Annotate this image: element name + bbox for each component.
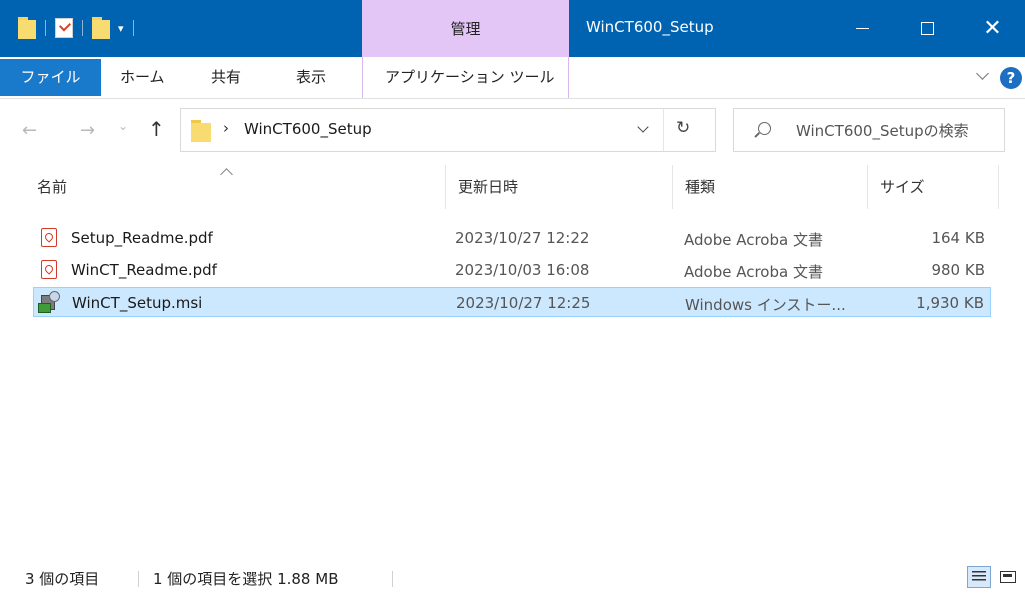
status-divider <box>138 571 139 587</box>
large-icons-view-icon[interactable] <box>997 566 1019 588</box>
search-placeholder: WinCT600_Setupの検索 <box>796 122 969 140</box>
selection-info: 1 個の項目を選択 1.88 MB <box>153 570 339 588</box>
file-name: Setup_Readme.pdf <box>71 229 213 247</box>
quick-access-toolbar: ▾ <box>18 14 143 42</box>
column-label: サイズ <box>880 178 925 196</box>
window-title: WinCT600_Setup <box>586 18 714 36</box>
up-arrow-icon[interactable]: ↑ <box>148 117 165 141</box>
address-bar[interactable]: › WinCT600_Setup ↻ <box>180 108 716 152</box>
search-input[interactable]: WinCT600_Setupの検索 <box>733 108 1005 152</box>
ribbon-tab-bar: ファイル ホーム 共有 表示 アプリケーション ツール ? <box>0 57 1025 99</box>
refresh-icon[interactable]: ↻ <box>676 118 690 138</box>
minimize-icon <box>856 28 869 29</box>
folder-icon <box>18 17 36 39</box>
status-divider <box>392 571 393 587</box>
search-icon <box>758 122 771 135</box>
details-view-icon[interactable] <box>967 566 991 588</box>
context-tab-label: 管理 <box>450 20 481 38</box>
tab-application-tools[interactable]: アプリケーション ツール <box>385 57 554 98</box>
minimize-button[interactable] <box>830 0 895 57</box>
file-name: WinCT_Setup.msi <box>72 294 203 312</box>
pdf-icon <box>41 260 57 279</box>
toolbar-divider <box>132 20 134 36</box>
file-row[interactable]: WinCT_Readme.pdf 2023/10/03 16:08 Adobe … <box>33 255 991 285</box>
file-size: 164 KB <box>931 229 985 247</box>
back-arrow-icon[interactable]: ← <box>22 120 37 141</box>
file-name: WinCT_Readme.pdf <box>71 261 217 279</box>
forward-arrow-icon[interactable]: → <box>80 120 95 141</box>
maximize-icon <box>921 22 934 35</box>
tab-view[interactable]: 表示 <box>296 57 326 98</box>
address-dropdown-icon[interactable] <box>637 121 649 133</box>
column-header-name[interactable]: 名前 <box>25 165 445 209</box>
pdf-icon <box>41 228 57 247</box>
column-header-type[interactable]: 種類 <box>672 165 868 209</box>
help-icon[interactable]: ? <box>1000 67 1022 89</box>
tab-file[interactable]: ファイル <box>0 59 101 96</box>
column-label: 種類 <box>685 178 716 196</box>
toolbar-divider <box>82 20 83 36</box>
file-size: 980 KB <box>931 261 985 279</box>
customize-toolbar-icon[interactable]: ▾ <box>118 22 124 35</box>
address-divider <box>663 109 664 151</box>
new-folder-icon[interactable] <box>92 17 110 39</box>
item-count: 3 個の項目 <box>25 570 100 588</box>
file-row-selected[interactable]: WinCT_Setup.msi 2023/10/27 12:25 Windows… <box>33 287 991 317</box>
tab-share[interactable]: 共有 <box>211 57 241 98</box>
expand-ribbon-icon[interactable] <box>976 67 989 80</box>
file-type: Adobe Acroba 文書 <box>684 231 823 249</box>
column-header-date[interactable]: 更新日時 <box>445 165 673 209</box>
recent-locations-icon[interactable]: ⌄ <box>118 119 128 133</box>
close-button[interactable]: ✕ <box>960 0 1025 57</box>
file-row[interactable]: Setup_Readme.pdf 2023/10/27 12:22 Adobe … <box>33 223 991 253</box>
breadcrumb-chevron-icon[interactable]: › <box>223 119 229 137</box>
properties-icon[interactable] <box>55 18 73 38</box>
status-bar: 3 個の項目 1 個の項目を選択 1.88 MB <box>0 563 1025 593</box>
file-type: Windows インストー... <box>685 296 846 314</box>
column-label: 更新日時 <box>458 178 519 196</box>
title-bar: ▾ 管理 WinCT600_Setup ✕ <box>0 0 1025 57</box>
column-label: 名前 <box>37 178 68 196</box>
installer-icon <box>38 291 62 313</box>
close-icon: ✕ <box>983 15 1002 41</box>
folder-icon <box>191 120 211 142</box>
column-header-size[interactable]: サイズ <box>867 165 999 209</box>
tab-home[interactable]: ホーム <box>120 57 165 98</box>
file-date: 2023/10/03 16:08 <box>455 261 590 279</box>
context-tab-header: 管理 <box>362 0 569 57</box>
file-size: 1,930 KB <box>916 294 984 312</box>
navigation-bar: ← → ⌄ ↑ › WinCT600_Setup ↻ WinCT600_Setu… <box>0 98 1025 163</box>
file-date: 2023/10/27 12:22 <box>455 229 590 247</box>
toolbar-divider <box>45 20 46 36</box>
maximize-button[interactable] <box>895 0 960 57</box>
file-date: 2023/10/27 12:25 <box>456 294 591 312</box>
file-type: Adobe Acroba 文書 <box>684 263 823 281</box>
breadcrumb-current[interactable]: WinCT600_Setup <box>244 120 372 138</box>
